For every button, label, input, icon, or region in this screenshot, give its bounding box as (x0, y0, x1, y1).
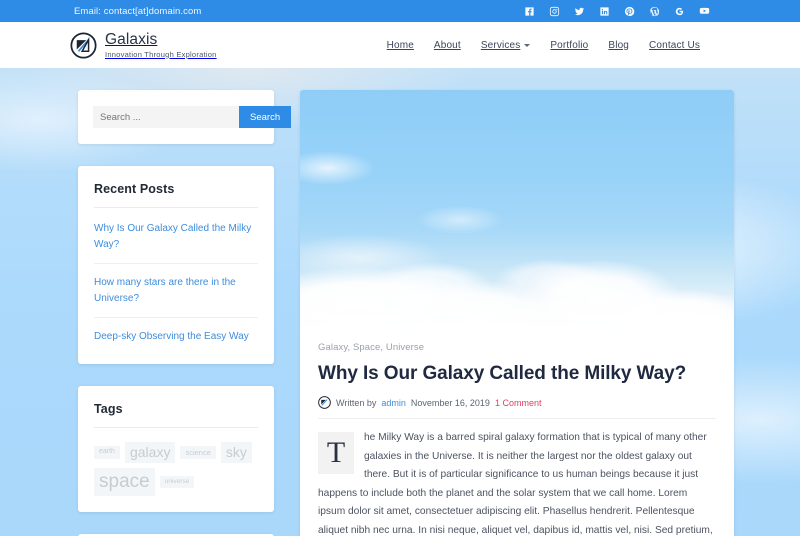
recent-post-link[interactable]: Deep-sky Observing the Easy Way (94, 318, 258, 348)
site-logo[interactable]: Galaxis Innovation Through Exploration (70, 31, 217, 59)
nav-item-about[interactable]: About (434, 40, 461, 51)
site-header: Galaxis Innovation Through Exploration H… (0, 22, 800, 68)
search-input[interactable] (93, 106, 239, 128)
nav-item-services[interactable]: Services (481, 40, 531, 51)
brand-name: Galaxis (105, 31, 158, 48)
tag-science[interactable]: science (180, 445, 216, 459)
search-button[interactable]: Search (239, 106, 292, 128)
nav-label: Blog (608, 39, 630, 51)
wordpress-icon[interactable] (649, 6, 660, 17)
nav-label: Services (480, 39, 521, 51)
article-body: Galaxy, Space, Universe Why Is Our Galax… (300, 328, 734, 536)
post-date: November 16, 2019 (410, 397, 490, 408)
list-item: Why Is Our Galaxy Called the Milky Way? (94, 210, 258, 264)
post-categories: Galaxy, Space, Universe (318, 342, 716, 353)
chevron-down-icon (524, 44, 531, 47)
nav-item-home[interactable]: Home (387, 40, 414, 51)
post-comments-link[interactable]: 1 Comment (495, 398, 542, 408)
linkedin-icon[interactable] (599, 6, 610, 17)
article-card: Galaxy, Space, Universe Why Is Our Galax… (300, 90, 734, 536)
sidebar: Search Recent Posts Why Is Our Galaxy Ca… (78, 90, 292, 536)
search-form: Search (93, 106, 292, 128)
instagram-icon[interactable] (549, 6, 560, 17)
tag-space[interactable]: space (94, 468, 155, 496)
social-links (524, 6, 788, 17)
post-categories-link[interactable]: Galaxy, Space, Universe (318, 342, 424, 353)
main-navigation: Home About Services Portfolio Blog Conta… (387, 40, 782, 51)
top-bar: Email: contact[at]domain.com (0, 0, 800, 22)
nav-item-contact-us[interactable]: Contact Us (649, 40, 700, 51)
twitter-icon[interactable] (574, 6, 585, 17)
drop-cap: T (318, 432, 354, 475)
tag-universe[interactable]: universe (159, 475, 195, 488)
tag-earth[interactable]: earth (94, 445, 120, 459)
tag-sky[interactable]: sky (220, 441, 252, 463)
recent-posts-title: Recent Posts (94, 182, 258, 208)
page-title: Why Is Our Galaxy Called the Milky Way? (318, 363, 687, 384)
nav-label: Portfolio (550, 39, 589, 51)
recent-post-link[interactable]: Why Is Our Galaxy Called the Milky Way? (94, 210, 258, 263)
recent-posts-widget: Recent Posts Why Is Our Galaxy Called th… (78, 166, 274, 364)
pinterest-icon[interactable] (624, 6, 635, 17)
google-icon[interactable] (674, 6, 685, 17)
written-by-label: Written by (336, 397, 377, 408)
nav-label: About (433, 39, 461, 51)
recent-posts-list: Why Is Our Galaxy Called the Milky Way? … (94, 210, 258, 348)
contact-email: Email: contact[at]domain.com (74, 5, 202, 17)
nav-label: Contact Us (649, 39, 700, 51)
article-paragraph-text: he Milky Way is a barred spiral galaxy f… (318, 432, 713, 536)
galaxis-logo-icon (70, 31, 97, 59)
hero-fade (300, 294, 734, 328)
recent-post-link[interactable]: How many stars are there in the Universe… (94, 264, 258, 317)
author-avatar-icon (318, 396, 331, 410)
list-item: Deep-sky Observing the Easy Way (94, 318, 258, 348)
search-widget: Search (78, 90, 292, 144)
nav-item-blog[interactable]: Blog (608, 40, 629, 51)
main-content: Galaxy, Space, Universe Why Is Our Galax… (300, 90, 734, 536)
tag-galaxy[interactable]: galaxy (124, 441, 176, 463)
list-item: How many stars are there in the Universe… (94, 264, 258, 318)
article-paragraph: The Milky Way is a barred spiral galaxy … (318, 429, 716, 536)
facebook-icon[interactable] (524, 6, 535, 17)
tag-cloud: earth galaxy science sky space universe (94, 430, 258, 496)
tags-widget: Tags earth galaxy science sky space univ… (78, 385, 274, 512)
nav-item-portfolio[interactable]: Portfolio (550, 40, 588, 51)
post-meta: Written by admin November 16, 2019 1 Com… (318, 396, 716, 420)
hero-image (300, 90, 734, 328)
brand-tagline: Innovation Through Exploration (105, 49, 217, 59)
youtube-icon[interactable] (699, 6, 710, 17)
post-author-link[interactable]: admin (381, 398, 406, 408)
page-container: Search Recent Posts Why Is Our Galaxy Ca… (0, 68, 800, 536)
tags-title: Tags (94, 402, 258, 428)
article-content: The Milky Way is a barred spiral galaxy … (318, 419, 716, 536)
nav-label: Home (386, 39, 414, 51)
